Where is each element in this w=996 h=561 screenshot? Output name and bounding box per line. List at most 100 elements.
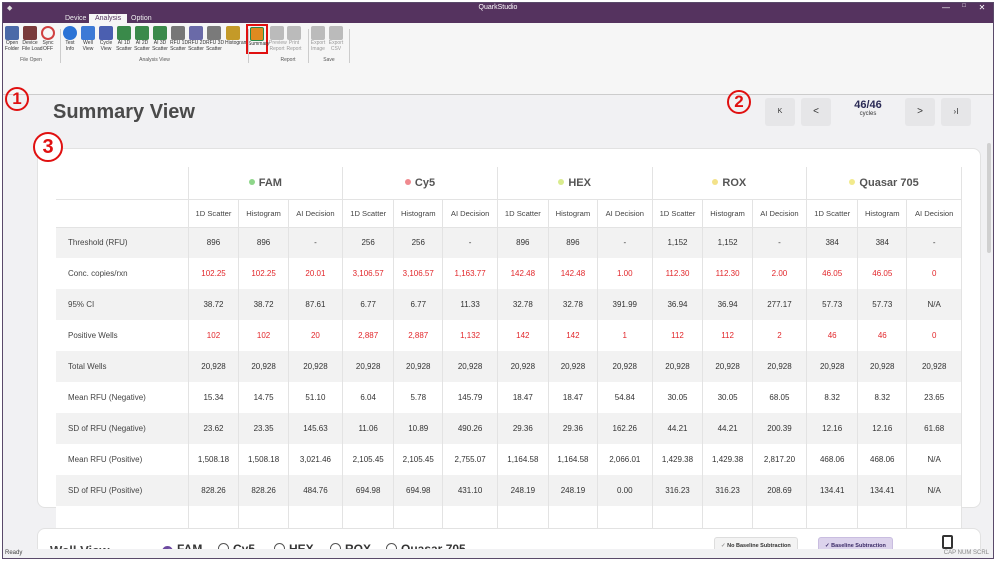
ribbon-button-label: Open Folder — [4, 40, 20, 52]
ribbon-button-label: Print Report — [286, 40, 302, 52]
table-cell: 46 — [857, 320, 908, 351]
ai-3d-scatter-button[interactable]: AI 3D Scatter — [152, 26, 168, 52]
vertical-scrollbar[interactable] — [987, 143, 991, 253]
table-cell: 54.84 — [597, 382, 653, 413]
ribbon-button-label: Test Info — [65, 40, 75, 52]
table-cell: 2,887 — [342, 320, 395, 351]
table-cell: 14.75 — [238, 382, 289, 413]
ribbon-button-label: Sync OFF — [42, 40, 54, 52]
table-row: Mean RFU (Positive) 1,508.18 1,508.18 3,021… — [56, 444, 962, 475]
row-label: Mean RFU (Positive) — [56, 444, 189, 475]
table-cell: 8.32 — [857, 382, 908, 413]
table-row: Conc. copies/rxn 102.25 102.25 20.01 3,106.5… — [56, 258, 962, 289]
table-cell: 8.32 — [806, 382, 859, 413]
table-cell: 248.19 — [548, 475, 599, 506]
maximize-button[interactable]: □ — [957, 3, 971, 9]
test-info-button[interactable]: Test Info — [62, 26, 78, 52]
rfu-3d-scatter-button[interactable]: RFU 3D Scatter — [206, 26, 224, 52]
ai-1d-scatter-button[interactable]: AI 1D Scatter — [116, 26, 132, 52]
open-folder-button[interactable]: Open Folder — [4, 26, 20, 52]
table-cell: 38.72 — [238, 289, 289, 320]
row-label: Positive Wells — [56, 320, 189, 351]
last-cycle-button[interactable]: ›I — [941, 98, 971, 126]
ribbon: Open Folder Device File Load Sync OFF Test … — [3, 23, 993, 95]
export-csv-button[interactable]: Export CSV — [328, 26, 344, 52]
table-cell: 896 — [548, 227, 599, 258]
rfu-2d-scatter-button[interactable]: RFU 2D Scatter — [188, 26, 207, 52]
table-cell: 384 — [857, 227, 908, 258]
column-header: AI Decision — [288, 199, 344, 228]
row-label: Mean RFU (Negative) — [56, 382, 189, 413]
table-cell: 6.77 — [393, 289, 444, 320]
table-cell: 256 — [393, 227, 444, 258]
tab-device[interactable]: Device — [59, 14, 92, 23]
ribbon-button-label: Histogram — [225, 40, 248, 46]
summary-button[interactable]: Summary — [246, 24, 269, 54]
tab-option[interactable]: Option — [125, 14, 158, 23]
table-cell: 142 — [497, 320, 549, 351]
print-report-button[interactable]: Print Report — [286, 26, 302, 52]
table-cell: 2,105.45 — [393, 444, 444, 475]
dye-name: Quasar 705 — [859, 176, 919, 189]
table-cell: 112 — [652, 320, 704, 351]
next-cycle-button[interactable]: > — [905, 98, 935, 126]
device-file-load-button[interactable]: Device File Load — [22, 26, 43, 52]
table-cell: 20,928 — [288, 351, 344, 382]
marker-1: 1 — [5, 87, 29, 111]
marker-3: 3 — [33, 132, 63, 162]
table-cell: 51.10 — [288, 382, 344, 413]
dye-header-cy5: Cy5 — [342, 167, 498, 200]
table-cell: 3,106.57 — [393, 258, 444, 289]
dye-name: Cy5 — [414, 176, 436, 189]
table-cell: 23.35 — [238, 413, 289, 444]
table-cell: 20,928 — [702, 351, 753, 382]
table-row: Positive Wells 102 102 20 2,887 2,887 1,132 142… — [56, 320, 962, 351]
table-cell: 102.25 — [238, 258, 289, 289]
export-image-button[interactable]: Export Image — [310, 26, 326, 52]
sync-off-button[interactable]: Sync OFF — [40, 26, 56, 52]
cycle-view-button[interactable]: Cycle View — [98, 26, 114, 52]
table-row: 95% CI 38.72 38.72 87.61 6.77 6.77 11.33 32.78 3… — [56, 289, 962, 320]
tab-analysis[interactable]: Analysis — [89, 14, 128, 23]
preview-icon — [270, 26, 284, 40]
copy-icon[interactable] — [942, 535, 953, 549]
table-cell: 20,928 — [497, 351, 549, 382]
table-cell: 828.26 — [238, 475, 289, 506]
table-cell: 20,928 — [342, 351, 395, 382]
dye-color-dot — [849, 178, 856, 185]
row-label: Threshold (RFU) — [56, 227, 189, 258]
table-cell: 57.73 — [857, 289, 908, 320]
table-cell: 36.94 — [702, 289, 753, 320]
ribbon-button-label: RFU 2D Scatter — [188, 40, 207, 52]
table-cell: 46 — [806, 320, 859, 351]
summary-card: FAM Cy5 HEX ROX Quasar 705 1D Scatter Histogr… — [37, 148, 981, 546]
page-title: Summary View — [53, 101, 195, 123]
histogram-button[interactable]: Histogram — [225, 26, 248, 47]
well-view-button[interactable]: Well View — [80, 26, 96, 52]
ai-2d-scatter-button[interactable]: AI 2D Scatter — [134, 26, 150, 52]
table-cell: 384 — [806, 227, 859, 258]
close-button[interactable]: ✕ — [975, 3, 989, 12]
table-cell: 2,817.20 — [752, 444, 808, 475]
minimize-button[interactable]: — — [939, 3, 953, 12]
table-cell: N/A — [906, 289, 962, 320]
table-cell: 277.17 — [752, 289, 808, 320]
app-window: ◆ QuarkStudio — □ ✕ Device Analysis Opti… — [2, 2, 994, 559]
dye-color-dot — [712, 178, 719, 185]
table-cell: 20,928 — [652, 351, 704, 382]
table-cell: 1,152 — [702, 227, 753, 258]
column-header: 1D Scatter — [652, 199, 704, 228]
row-label: SD of RFU (Negative) — [56, 413, 189, 444]
table-cell: 61.68 — [906, 413, 962, 444]
table-cell: 20 — [288, 320, 344, 351]
table-cell: 5.78 — [393, 382, 444, 413]
dye-header-fam: FAM — [188, 167, 344, 200]
column-header: Histogram — [857, 199, 908, 228]
table-row: SD of RFU (Positive) 828.26 828.26 484.76 69… — [56, 475, 962, 506]
first-cycle-button[interactable]: K — [765, 98, 795, 126]
rfu-1d-scatter-button[interactable]: RFU 1D Scatter — [170, 26, 188, 52]
table-cell: 6.77 — [342, 289, 395, 320]
row-label: SD of RFU (Positive) — [56, 475, 189, 506]
prev-cycle-button[interactable]: < — [801, 98, 831, 126]
preview-report-button[interactable]: Preview Report — [269, 26, 287, 52]
